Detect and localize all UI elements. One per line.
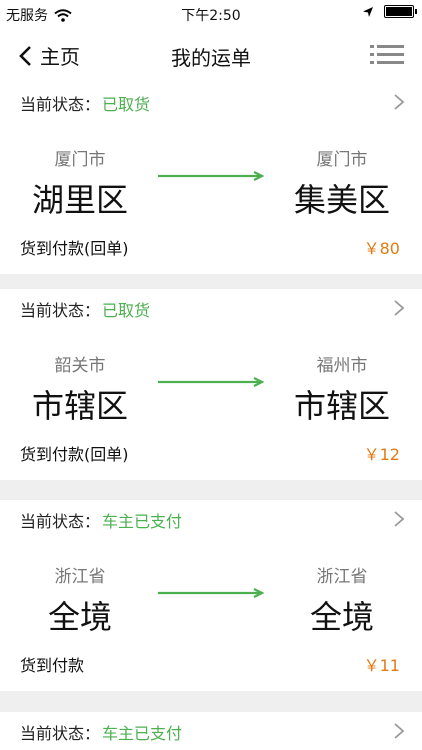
status-value: 已取货 — [102, 301, 151, 320]
to-city: 福州市 — [316, 356, 368, 376]
status-bar: 无服务 下午2:50 — [0, 0, 422, 28]
chevron-right-icon — [394, 300, 405, 316]
status-row: 当前状态： 已取货 — [20, 91, 150, 115]
status-row: 当前状态： 车主已支付 — [20, 508, 182, 532]
from-district: 市辖区 — [31, 387, 128, 425]
to-district: 集美区 — [293, 181, 390, 219]
location-arrow-icon — [363, 6, 373, 17]
payment-method: 货到付款(回单) — [20, 239, 129, 258]
status-label: 当前状态： — [20, 301, 101, 320]
route-arrow-icon — [158, 377, 264, 387]
route-arrow-icon — [158, 171, 264, 181]
status-value: 车主已支付 — [102, 512, 183, 531]
chevron-right-icon — [394, 94, 405, 110]
from-city: 浙江省 — [54, 567, 106, 587]
menu-icon[interactable] — [370, 44, 404, 66]
price: ￥12 — [363, 445, 400, 464]
to-district: 市辖区 — [293, 387, 390, 425]
chevron-right-icon — [394, 511, 405, 527]
battery-icon — [384, 5, 417, 18]
order-card[interactable]: 当前状态： 车主已支付 浙江省 全境 浙江省 全境 货到付款 ￥11 — [0, 500, 422, 691]
to-city: 厦门市 — [316, 150, 368, 170]
from-district: 全境 — [47, 598, 112, 636]
from-city: 韶关市 — [54, 356, 106, 376]
route-arrow-icon — [158, 588, 264, 598]
to-district: 全境 — [309, 598, 374, 636]
status-value: 已取货 — [102, 95, 151, 114]
from-city: 厦门市 — [54, 150, 106, 170]
status-label: 当前状态： — [20, 512, 101, 531]
price: ￥80 — [363, 239, 400, 258]
clock: 下午2:50 — [181, 8, 241, 24]
order-card[interactable]: 当前状态： 已取货 韶关市 市辖区 福州市 市辖区 货到付款(回单) ￥12 — [0, 289, 422, 480]
nav-bar: 主页 我的运单 — [0, 28, 422, 84]
order-card[interactable]: 当前状态： 车主已支付 — [0, 712, 422, 750]
chevron-right-icon — [394, 723, 405, 739]
status-row: 当前状态： 车主已支付 — [20, 720, 182, 744]
status-label: 当前状态： — [20, 95, 101, 114]
page-title: 我的运单 — [171, 46, 251, 70]
status-value: 车主已支付 — [102, 724, 183, 743]
status-label: 当前状态： — [20, 724, 101, 743]
order-card[interactable]: 当前状态： 已取货 厦门市 湖里区 厦门市 集美区 货到付款(回单) ￥80 — [0, 83, 422, 274]
price: ￥11 — [363, 656, 400, 675]
status-row: 当前状态： 已取货 — [20, 297, 150, 321]
from-district: 湖里区 — [31, 181, 128, 219]
payment-method: 货到付款(回单) — [20, 445, 129, 464]
to-city: 浙江省 — [316, 567, 368, 587]
payment-method: 货到付款 — [20, 656, 85, 675]
